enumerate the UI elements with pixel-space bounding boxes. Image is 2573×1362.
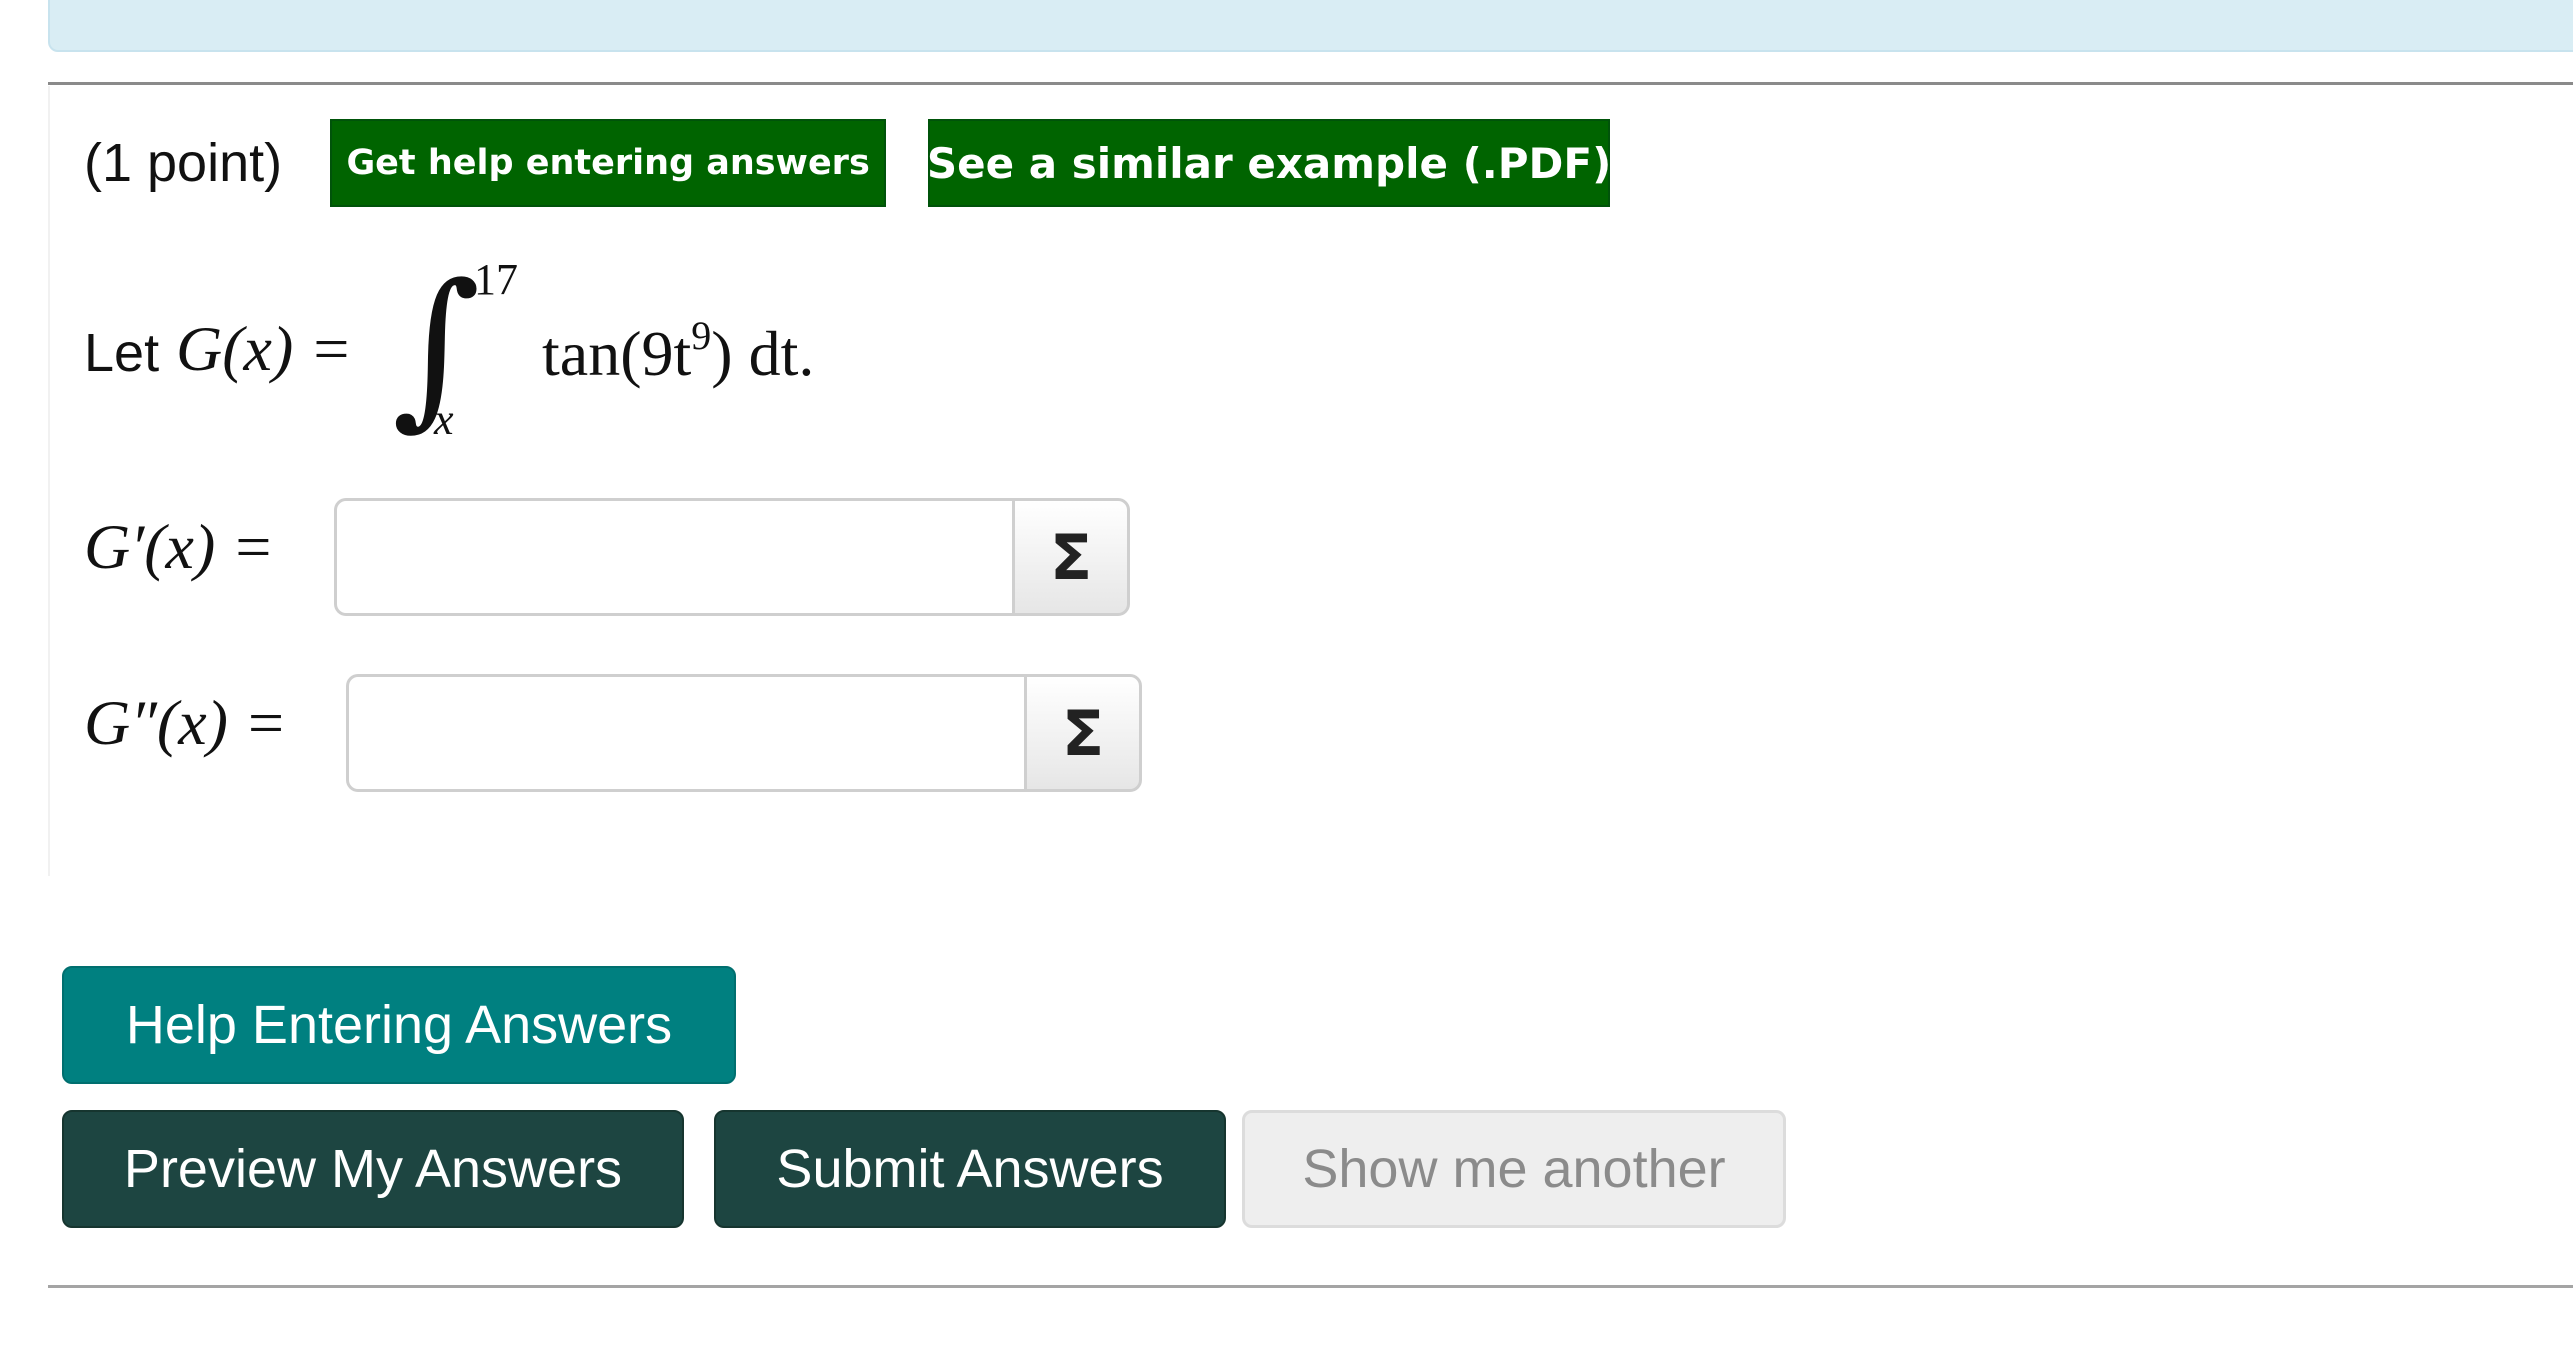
integrand-function: tan(9t: [542, 318, 692, 389]
let-word: Let: [84, 323, 160, 383]
upper-limit: 17: [474, 255, 518, 304]
top-info-banner: [48, 0, 2573, 52]
second-derivative-label: G″(x) =: [84, 687, 288, 758]
integrand-tail: ) dt.: [711, 318, 815, 389]
lower-limit: x: [434, 395, 454, 444]
show-another-button: Show me another: [1242, 1110, 1786, 1228]
second-derivative-input[interactable]: [346, 674, 1024, 792]
submit-answers-button[interactable]: Submit Answers: [714, 1110, 1226, 1228]
sigma-icon: Σ: [1061, 696, 1105, 770]
webwork-problem-page: (1 point) Get help entering answers See …: [0, 0, 2573, 1362]
sigma-icon: Σ: [1049, 520, 1093, 594]
top-divider: [48, 82, 2573, 85]
help-entering-answers-button[interactable]: Help Entering Answers: [62, 966, 736, 1084]
function-definition: G(x) =: [176, 312, 352, 386]
function-lhs: G(x) =: [176, 313, 353, 384]
second-derivative-equation-editor-button[interactable]: Σ: [1024, 674, 1142, 792]
get-help-link[interactable]: Get help entering answers: [330, 119, 887, 207]
integrand-exponent: 9: [691, 313, 712, 358]
bottom-divider: [48, 1285, 2573, 1288]
first-derivative-input[interactable]: [334, 498, 1012, 616]
similar-example-link[interactable]: See a similar example (.PDF): [927, 119, 1611, 207]
first-derivative-equation-editor-button[interactable]: Σ: [1012, 498, 1130, 616]
preview-answers-button[interactable]: Preview My Answers: [62, 1110, 684, 1228]
first-derivative-label: G′(x) =: [84, 511, 275, 582]
points-label: (1 point): [84, 133, 283, 193]
integrand: tan(9t9) dt.: [542, 312, 814, 391]
problem-header: (1 point) Get help entering answers See …: [84, 118, 1611, 208]
